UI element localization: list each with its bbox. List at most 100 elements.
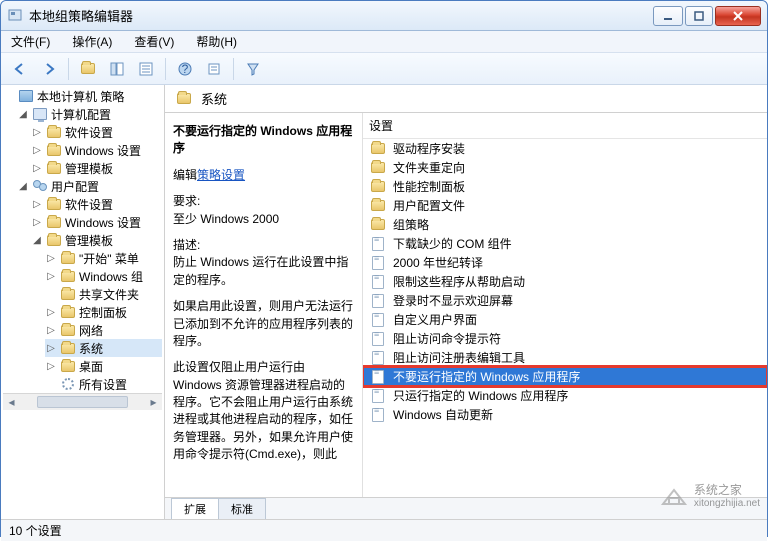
tree-item-system[interactable]: 系统 [79, 340, 103, 357]
gear-icon [60, 376, 76, 392]
page-icon [370, 312, 386, 328]
page-icon [370, 236, 386, 252]
forward-button[interactable] [36, 56, 62, 82]
tab-standard[interactable]: 标准 [218, 498, 266, 519]
close-button[interactable] [715, 6, 761, 26]
list-item[interactable]: 限制这些程序从帮助启动 [363, 272, 767, 291]
list-item[interactable]: 用户配置文件 [363, 196, 767, 215]
minimize-button[interactable] [653, 6, 683, 26]
settings-list[interactable]: 设置 驱动程序安装文件夹重定向性能控制面板用户配置文件组策略下载缺少的 COM … [363, 113, 767, 497]
list-item[interactable]: 下载缺少的 COM 组件 [363, 234, 767, 253]
back-button[interactable] [7, 56, 33, 82]
tree-item[interactable]: 桌面 [79, 358, 103, 375]
folder-icon [370, 217, 386, 233]
tree-scrollbar[interactable]: ◂ ▸ [3, 393, 162, 410]
list-item-label: 限制这些程序从帮助启动 [393, 273, 525, 290]
list-item[interactable]: 性能控制面板 [363, 177, 767, 196]
list-item[interactable]: 登录时不显示欢迎屏幕 [363, 291, 767, 310]
toolbar: ? [1, 53, 767, 85]
expand-icon[interactable]: ▷ [31, 162, 43, 174]
tree-pane[interactable]: 本地计算机 策略 ◢计算机配置 ▷软件设置 ▷Windows 设置 ▷管理模板 … [1, 85, 165, 519]
folder-icon [176, 91, 192, 107]
folder-icon [46, 232, 62, 248]
column-header[interactable]: 设置 [363, 113, 767, 139]
list-item[interactable]: 阻止访问命令提示符 [363, 329, 767, 348]
app-icon [7, 8, 23, 24]
tree-item[interactable]: 控制面板 [79, 304, 127, 321]
folder-icon [60, 340, 76, 356]
tree-admin-templates[interactable]: 管理模板 [65, 232, 113, 249]
folder-icon [60, 358, 76, 374]
list-item-selected[interactable]: 不要运行指定的 Windows 应用程序 [363, 367, 767, 386]
menu-view[interactable]: 查看(V) [130, 31, 178, 52]
tree-item[interactable]: 管理模板 [65, 160, 113, 177]
expand-icon[interactable] [3, 90, 15, 102]
expand-icon[interactable]: ▷ [31, 144, 43, 156]
menu-action[interactable]: 操作(A) [68, 31, 116, 52]
list-item-label: 组策略 [393, 216, 429, 233]
tree-item[interactable]: Windows 设置 [65, 214, 141, 231]
expand-icon[interactable]: ▷ [31, 216, 43, 228]
collapse-icon[interactable]: ◢ [17, 180, 29, 192]
folder-icon [46, 124, 62, 140]
maximize-button[interactable] [685, 6, 713, 26]
folder-icon [46, 214, 62, 230]
tree-user-config[interactable]: 用户配置 [51, 178, 99, 195]
list-item[interactable]: 自定义用户界面 [363, 310, 767, 329]
list-item[interactable]: 只运行指定的 Windows 应用程序 [363, 386, 767, 405]
help-button[interactable]: ? [172, 56, 198, 82]
list-item[interactable]: 阻止访问注册表编辑工具 [363, 348, 767, 367]
tree-item[interactable]: Windows 组 [79, 268, 143, 285]
tree-item[interactable]: Windows 设置 [65, 142, 141, 159]
folder-icon [60, 268, 76, 284]
scroll-left-icon[interactable]: ◂ [3, 394, 20, 411]
titlebar: 本地组策略编辑器 [1, 1, 767, 31]
tree-computer-config[interactable]: 计算机配置 [51, 106, 111, 123]
tab-extended[interactable]: 扩展 [171, 498, 219, 519]
tree-item[interactable]: 所有设置 [79, 376, 127, 393]
menu-file[interactable]: 文件(F) [7, 31, 54, 52]
right-header-title: 系统 [201, 89, 227, 108]
list-item[interactable]: 文件夹重定向 [363, 158, 767, 177]
computer-icon [32, 106, 48, 122]
description-label: 描述: [173, 238, 200, 252]
expand-icon[interactable]: ▷ [45, 324, 57, 336]
expand-icon[interactable]: ▷ [45, 360, 57, 372]
list-item-label: 驱动程序安装 [393, 140, 465, 157]
details-pane: 不要运行指定的 Windows 应用程序 编辑策略设置 要求:至少 Window… [165, 113, 363, 497]
collapse-icon[interactable]: ◢ [17, 108, 29, 120]
tree-item[interactable]: 共享文件夹 [79, 286, 139, 303]
tree-item[interactable]: 网络 [79, 322, 103, 339]
scroll-right-icon[interactable]: ▸ [145, 394, 162, 411]
status-bar: 10 个设置 [1, 519, 767, 541]
show-hide-tree-button[interactable] [104, 56, 130, 82]
filter-button[interactable] [240, 56, 266, 82]
window-title: 本地组策略编辑器 [29, 6, 653, 25]
expand-icon[interactable]: ▷ [45, 306, 57, 318]
expand-icon[interactable]: ▷ [31, 126, 43, 138]
expand-icon[interactable]: ▷ [45, 252, 57, 264]
tree-item[interactable]: 软件设置 [65, 196, 113, 213]
list-item-label: 不要运行指定的 Windows 应用程序 [393, 368, 580, 385]
expand-icon[interactable]: ▷ [45, 342, 57, 354]
list-item[interactable]: Windows 自动更新 [363, 405, 767, 424]
list-item-label: 自定义用户界面 [393, 311, 477, 328]
folder-icon [60, 250, 76, 266]
edit-policy-link[interactable]: 策略设置 [197, 168, 245, 182]
expand-icon[interactable]: ▷ [31, 198, 43, 210]
list-item[interactable]: 2000 年世纪转译 [363, 253, 767, 272]
list-item[interactable]: 驱动程序安装 [363, 139, 767, 158]
up-button[interactable] [75, 56, 101, 82]
list-item[interactable]: 组策略 [363, 215, 767, 234]
tree-item[interactable]: 软件设置 [65, 124, 113, 141]
tree-root[interactable]: 本地计算机 策略 [37, 88, 124, 105]
properties-button[interactable] [201, 56, 227, 82]
export-button[interactable] [133, 56, 159, 82]
body: 本地计算机 策略 ◢计算机配置 ▷软件设置 ▷Windows 设置 ▷管理模板 … [1, 85, 767, 519]
expand-icon[interactable]: ▷ [45, 270, 57, 282]
page-icon [370, 388, 386, 404]
menu-help[interactable]: 帮助(H) [192, 31, 241, 52]
tree-item[interactable]: "开始" 菜单 [79, 250, 139, 267]
page-icon [370, 350, 386, 366]
collapse-icon[interactable]: ◢ [31, 234, 43, 246]
